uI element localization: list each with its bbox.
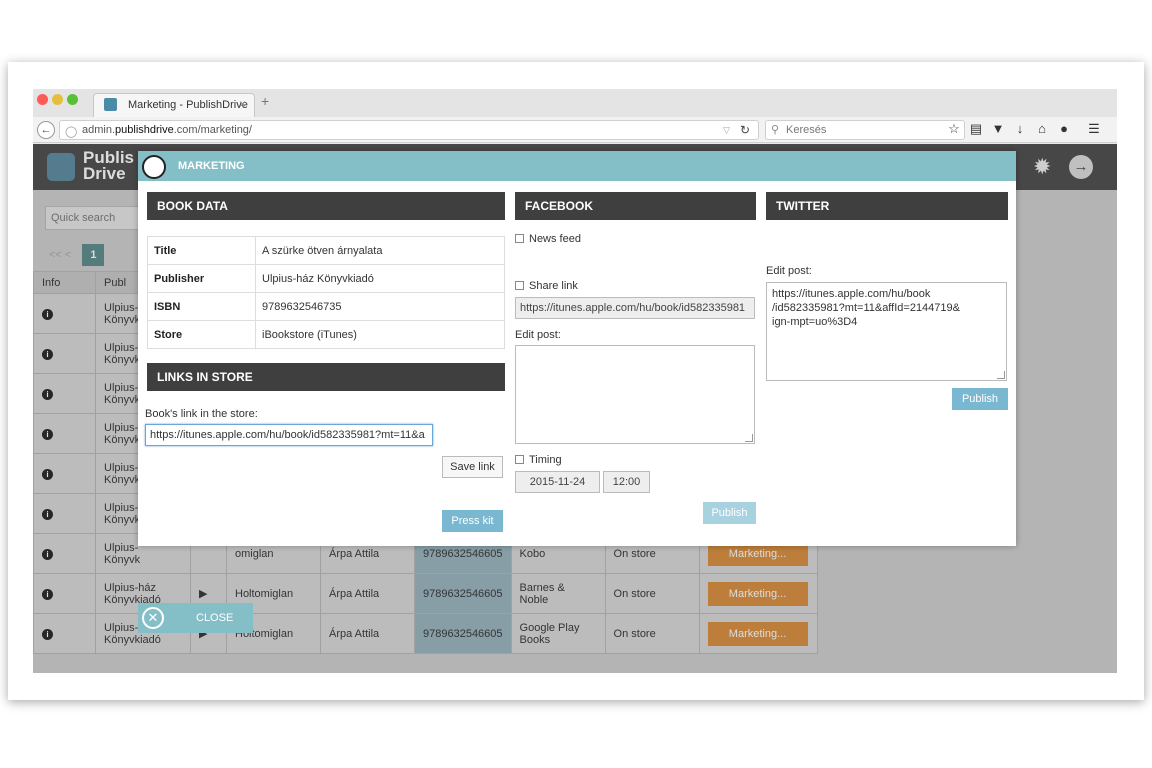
twitter-edit-post-text: https://itunes.apple.com/hu/book /id5823… [772,288,960,328]
facebook-edit-post-textarea[interactable] [515,345,755,444]
browser-window: Marketing - PublishDrive × + ← ◯ admin.p… [33,89,1117,673]
book-data-value: iBookstore (iTunes) [255,320,505,349]
store-link-label: Book's link in the store: [145,408,258,420]
twitter-edit-post-label: Edit post: [766,265,812,277]
resize-grip-icon[interactable] [997,371,1005,379]
minimize-window-button[interactable] [52,94,63,105]
search-placeholder: Keresés [786,124,827,136]
pocket-icon[interactable]: ▼ [989,121,1007,136]
close-label: CLOSE [196,612,234,624]
marketing-modal: MARKETING BOOK DATA Title A szürke ötven … [138,151,1016,546]
book-data-value: Ulpius-ház Könyvkiadó [255,264,505,293]
browser-tab[interactable]: Marketing - PublishDrive × [93,93,255,117]
navigation-toolbar: ← ◯ admin.publishdrive.com/marketing/ ▽ … [33,117,1117,143]
book-data-key: ISBN [147,292,256,321]
close-window-button[interactable] [37,94,48,105]
search-input[interactable]: ⚲ Keresés [765,120,965,140]
twitter-heading: TWITTER [766,192,1008,220]
facebook-publish-button[interactable]: Publish [703,502,756,524]
store-link-input[interactable]: https://itunes.apple.com/hu/book/id58233… [145,424,433,446]
home-icon[interactable]: ⌂ [1033,121,1051,136]
url-prefix: admin. [82,124,116,136]
close-circle-icon: ✕ [142,607,164,629]
share-link-checkbox[interactable]: Share link [515,280,578,292]
share-link-input[interactable]: https://itunes.apple.com/hu/book/id58233… [515,297,755,319]
modal-title: MARKETING [178,160,245,172]
tab-title: Marketing - PublishDrive [128,99,248,111]
save-link-button[interactable]: Save link [442,456,503,478]
globe-icon: ◯ [65,126,78,138]
url-path: .com/marketing/ [173,124,252,136]
facebook-edit-post-label: Edit post: [515,329,561,341]
modal-status-circle-icon [142,155,166,179]
bookmark-star-icon[interactable]: ☆ [945,121,963,137]
book-data-key: Store [147,320,256,349]
book-data-value: A szürke ötven árnyalata [255,236,505,265]
checkbox-box-icon [515,281,524,290]
tab-bar: Marketing - PublishDrive × + [33,89,1117,117]
checkbox-box-icon [515,234,524,243]
modal-header: MARKETING [138,151,1016,181]
back-button[interactable]: ← [37,121,55,139]
twitter-edit-post-textarea[interactable]: https://itunes.apple.com/hu/book /id5823… [766,282,1007,381]
book-data-key: Title [147,236,256,265]
news-feed-label: News feed [529,233,581,245]
timing-date-input[interactable]: 2015-11-24 [515,471,600,493]
book-data-row: ISBN 9789632546735 [147,292,505,321]
history-dropdown-icon[interactable]: ▽ [723,121,730,139]
book-data-row: Title A szürke ötven árnyalata [147,236,505,265]
zoom-window-button[interactable] [67,94,78,105]
book-data-heading: BOOK DATA [147,192,505,220]
new-tab-button[interactable]: + [261,93,269,109]
book-data-key: Publisher [147,264,256,293]
timing-time-input[interactable]: 12:00 [603,471,650,493]
close-modal-button[interactable]: ✕ CLOSE [138,603,253,633]
publishdrive-favicon-icon [104,98,117,111]
share-link-label: Share link [529,280,578,292]
reload-icon[interactable]: ↻ [740,121,750,139]
checkbox-box-icon [515,455,524,464]
resize-grip-icon[interactable] [745,434,753,442]
publishdrive-app: Publis Drive ✹ → Quick search << < 1 Inf… [33,144,1117,673]
download-icon[interactable]: ↓ [1011,121,1029,136]
search-icon: ⚲ [771,124,780,136]
book-data-row: Publisher Ulpius-ház Könyvkiadó [147,264,505,293]
press-kit-button[interactable]: Press kit [442,510,503,532]
news-feed-checkbox[interactable]: News feed [515,233,581,245]
facebook-heading: FACEBOOK [515,192,756,220]
book-data-row: Store iBookstore (iTunes) [147,320,505,349]
timing-checkbox[interactable]: Timing [515,454,562,466]
links-in-store-heading: LINKS IN STORE [147,363,505,391]
reading-list-icon[interactable]: ▤ [967,121,985,137]
menu-icon[interactable]: ☰ [1085,121,1103,137]
twitter-publish-button[interactable]: Publish [952,388,1008,410]
book-data-table: Title A szürke ötven árnyalata Publisher U… [147,236,505,349]
url-host: publishdrive [115,124,174,136]
tab-close-icon[interactable]: × [239,97,246,111]
timing-label: Timing [529,454,562,466]
address-bar[interactable]: ◯ admin.publishdrive.com/marketing/ ▽ ↻ [59,120,759,140]
chat-icon[interactable]: ● [1055,121,1073,136]
book-data-value: 9789632546735 [255,292,505,321]
